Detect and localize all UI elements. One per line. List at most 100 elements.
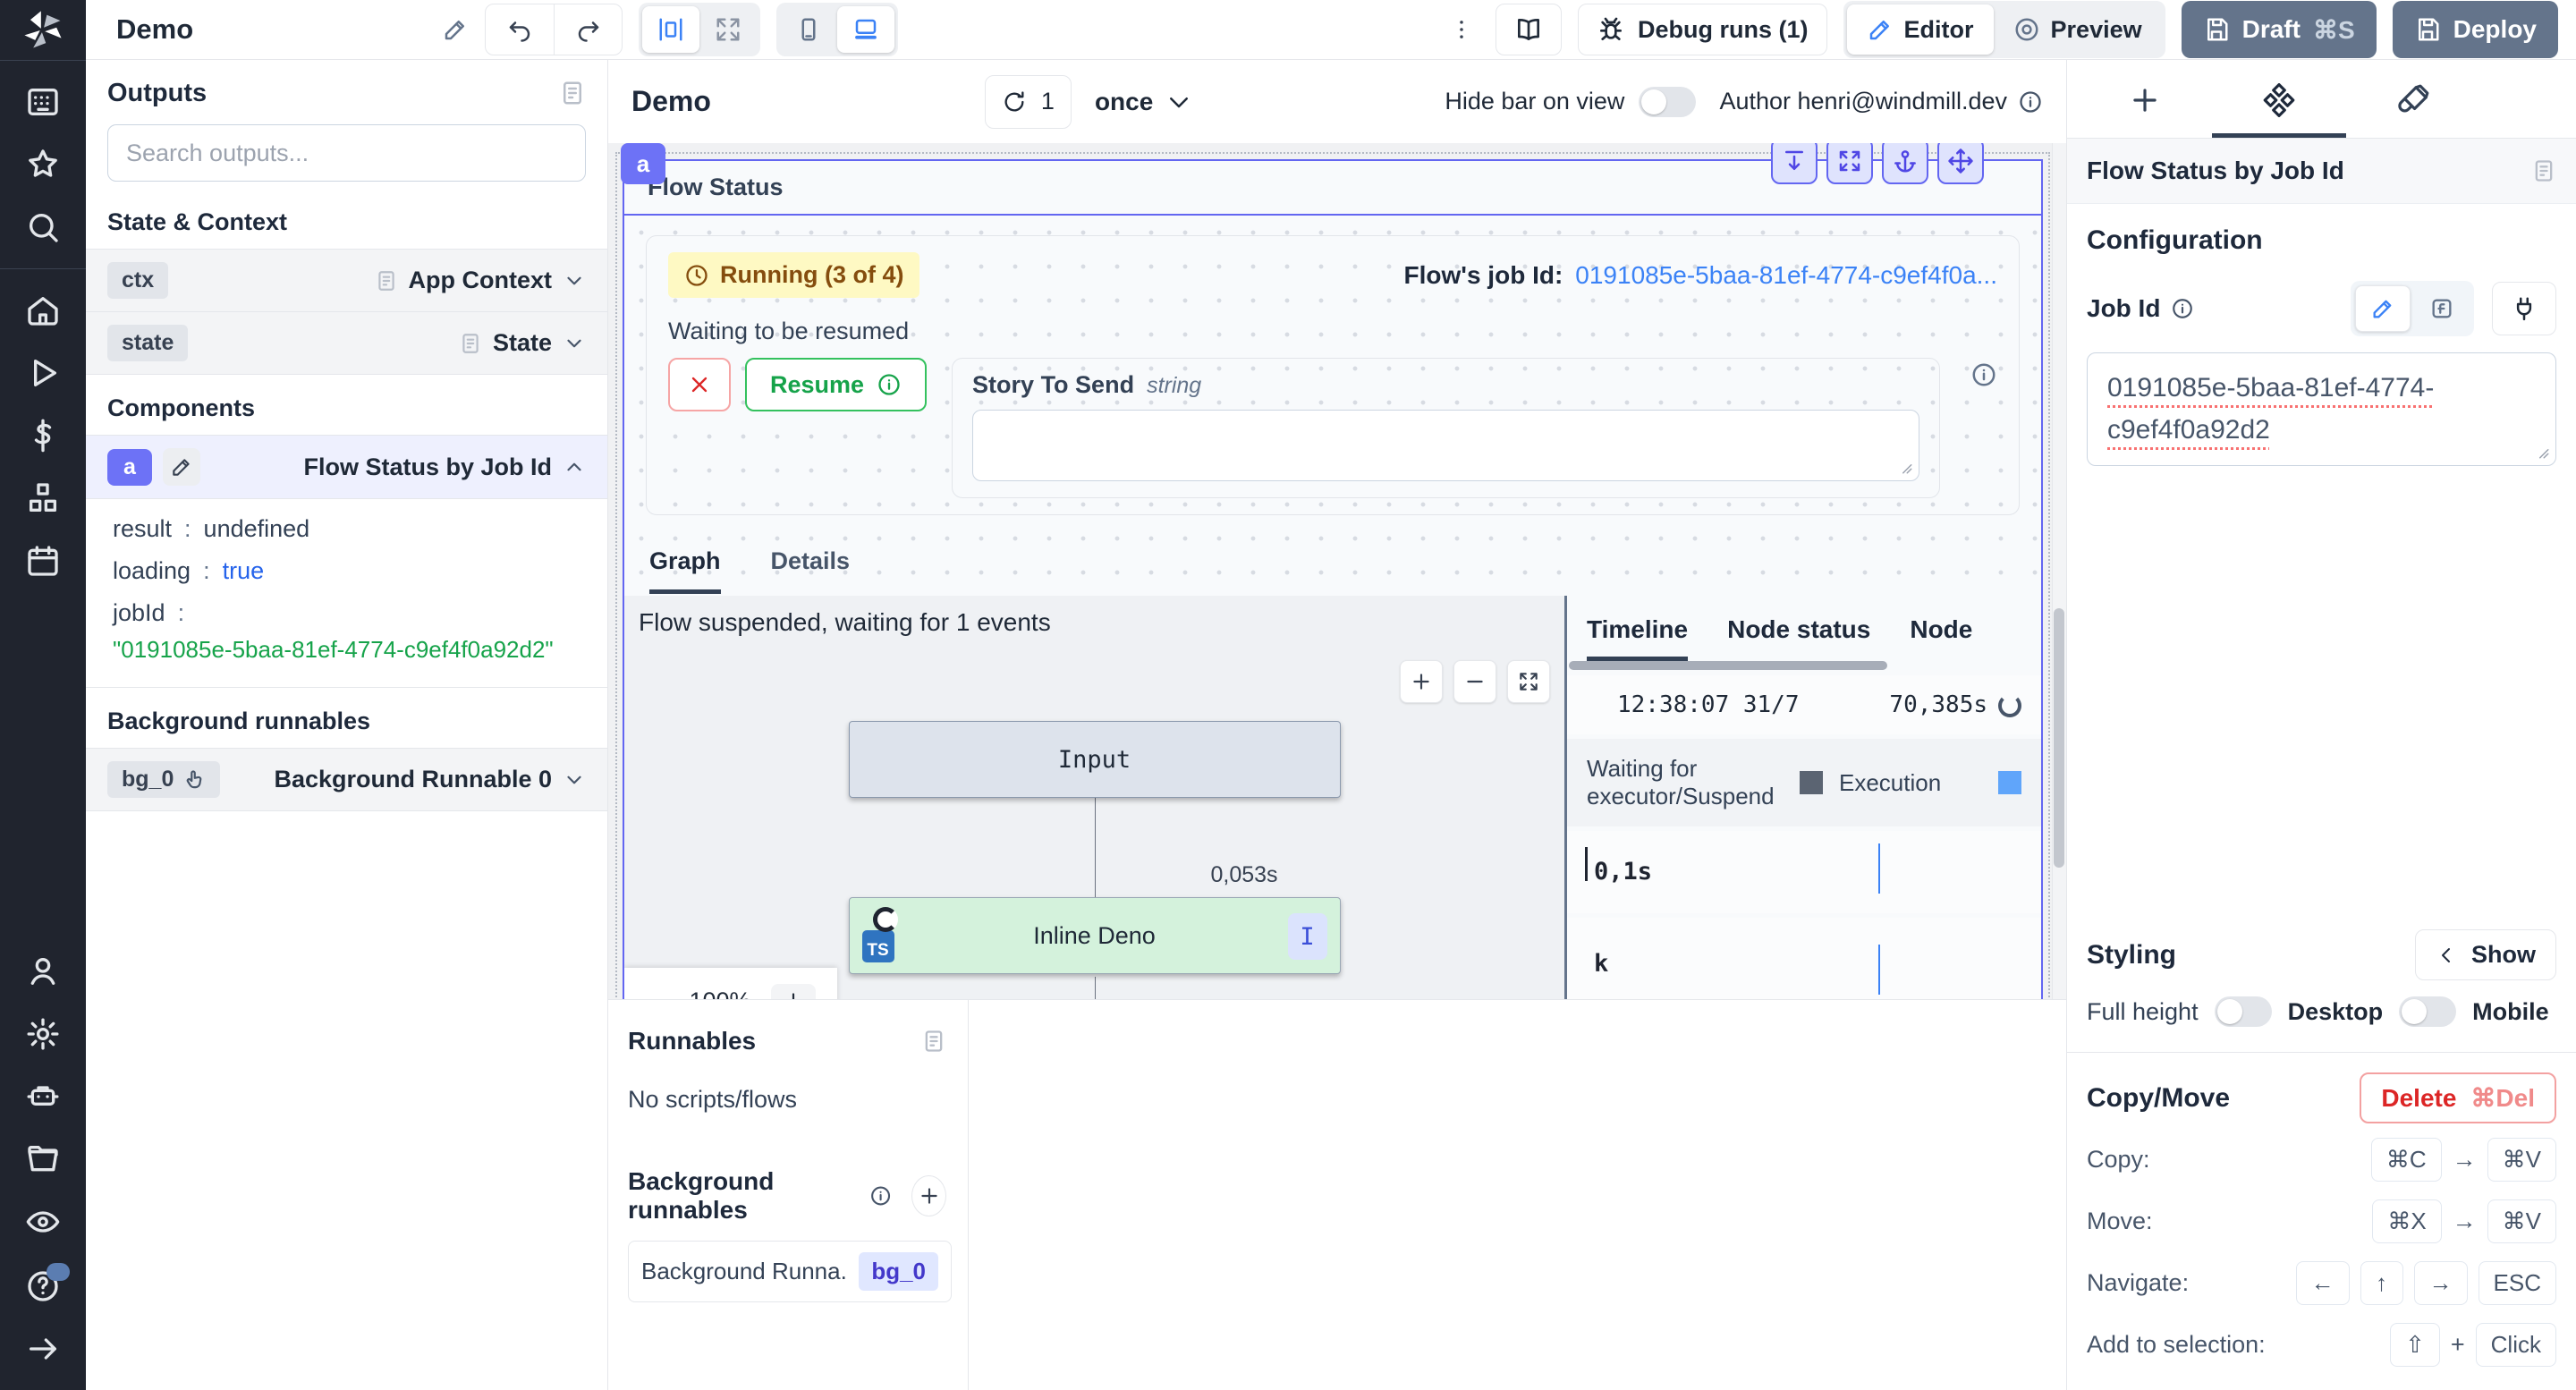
expand-down-button[interactable]	[1771, 143, 1818, 184]
undo-button[interactable]	[486, 4, 554, 55]
add-bg-runnable-button[interactable]	[911, 1175, 946, 1216]
zoom-out-control[interactable]	[646, 989, 669, 999]
jobid-textarea[interactable]: 0191085e-5baa-81ef-4774- c9ef4f0a92d2	[2087, 352, 2556, 466]
tab-graph[interactable]: Graph	[649, 547, 721, 594]
zoom-in-control[interactable]	[771, 984, 816, 999]
resume-button[interactable]: Resume	[745, 358, 927, 411]
refresh-group[interactable]: 1	[985, 75, 1072, 129]
tab-component-settings[interactable]	[2212, 83, 2346, 138]
bg0-row[interactable]: bg_0 Background Runnable 0	[86, 748, 607, 811]
user-icon[interactable]	[25, 954, 61, 989]
draft-button[interactable]: Draft ⌘S	[2182, 1, 2377, 58]
resources-icon[interactable]	[25, 480, 61, 516]
editor-tab[interactable]: Editor	[1847, 4, 1994, 55]
hide-bar-toggle[interactable]	[1639, 87, 1696, 117]
flow-graph[interactable]: Flow suspended, waiting for 1 events Inp…	[624, 596, 1564, 999]
outputs-doc-icon[interactable]	[559, 78, 586, 108]
redo-button[interactable]	[554, 4, 622, 55]
kv-loading[interactable]: loading : true	[113, 550, 586, 592]
show-styling-button[interactable]: Show	[2415, 929, 2556, 980]
zoom-in-button[interactable]	[1400, 660, 1443, 703]
component-a-row[interactable]: a Flow Status by Job Id	[86, 435, 607, 499]
folders-icon[interactable]	[25, 1141, 61, 1177]
kv-jobid[interactable]: jobId :	[113, 592, 586, 634]
info-icon[interactable]	[2018, 89, 2043, 114]
windmill-logo[interactable]	[0, 0, 86, 60]
tab-details[interactable]: Details	[771, 547, 851, 594]
desktop-view-button[interactable]	[837, 6, 894, 53]
workers-icon[interactable]	[25, 1079, 61, 1115]
runs-icon[interactable]	[25, 355, 61, 391]
help-icon[interactable]	[25, 1268, 61, 1304]
audit-icon[interactable]	[25, 1204, 61, 1240]
star-icon[interactable]	[25, 147, 61, 182]
configuration-title: Configuration	[2087, 225, 2556, 256]
resize-handle-icon[interactable]	[1897, 459, 1913, 475]
flow-status-component[interactable]: a Flow Status	[623, 159, 2043, 999]
component-id-tag[interactable]: a	[621, 143, 665, 184]
tab-node-definition[interactable]: Node	[1910, 615, 1972, 661]
docs-button[interactable]	[1496, 4, 1562, 55]
component-doc-icon[interactable]	[2531, 157, 2556, 185]
more-menu-icon[interactable]	[1444, 17, 1479, 42]
timeline-row-partial: k	[1567, 918, 2041, 999]
tab-global-styling[interactable]	[2346, 83, 2480, 138]
home-icon[interactable]	[25, 292, 61, 328]
jobid-string-value[interactable]: "0191085e-5baa-81ef-4774-c9ef4f0a92d2"	[113, 634, 586, 671]
zoom-out-button[interactable]	[1453, 660, 1496, 703]
canvas-vscrollbar[interactable]	[2052, 143, 2066, 999]
deploy-button[interactable]: Deploy	[2393, 1, 2558, 58]
preview-tab[interactable]: Preview	[1994, 4, 2162, 55]
timeline-hscrollbar[interactable]	[1569, 661, 2038, 670]
full-width-layout-button[interactable]	[699, 6, 757, 53]
ctx-row[interactable]: ctx App Context	[86, 249, 607, 312]
state-doc-icon[interactable]	[459, 330, 482, 357]
runnables-doc-icon[interactable]	[921, 1027, 946, 1055]
fit-view-button[interactable]	[1507, 660, 1550, 703]
mobile-view-button[interactable]	[780, 6, 837, 53]
tab-insert-component[interactable]	[2078, 83, 2212, 138]
info-icon[interactable]	[1970, 361, 1997, 388]
variables-icon[interactable]	[25, 418, 61, 453]
apps-icon[interactable]	[25, 84, 61, 120]
app-canvas[interactable]: a Flow Status	[608, 143, 2066, 999]
tab-node-status[interactable]: Node status	[1727, 615, 1870, 661]
static-input-button[interactable]	[2355, 285, 2411, 332]
chevron-down-icon[interactable]	[563, 332, 586, 355]
story-textarea[interactable]	[972, 410, 1919, 481]
search-icon[interactable]	[25, 209, 61, 245]
search-outputs-input[interactable]	[107, 124, 586, 182]
tab-timeline[interactable]: Timeline	[1587, 615, 1688, 661]
anchor-button[interactable]	[1882, 143, 1928, 184]
collapse-rail-icon[interactable]	[25, 1331, 61, 1367]
kv-result[interactable]: result : undefined	[113, 508, 586, 550]
chevron-down-icon[interactable]	[563, 768, 586, 792]
eval-input-button[interactable]	[2414, 285, 2470, 332]
resize-handle-icon[interactable]	[2534, 444, 2550, 460]
fullscreen-button[interactable]	[1826, 143, 1873, 184]
delete-component-button[interactable]: Delete ⌘Del	[2360, 1072, 2556, 1123]
node-input[interactable]: Input	[849, 721, 1341, 798]
device-style-toggle[interactable]	[2399, 996, 2456, 1027]
edit-id-icon[interactable]	[163, 448, 200, 486]
rename-app-icon[interactable]	[442, 16, 469, 43]
brush-icon	[2396, 83, 2430, 117]
bg-runnable-card[interactable]: Background Runna... bg_0	[628, 1241, 952, 1302]
centered-layout-button[interactable]	[642, 6, 699, 53]
ctx-doc-icon[interactable]	[375, 267, 398, 294]
full-height-toggle[interactable]	[2215, 996, 2272, 1027]
info-icon[interactable]	[869, 1182, 892, 1209]
chevron-up-icon[interactable]	[563, 455, 586, 479]
debug-runs-button[interactable]: Debug runs (1)	[1578, 4, 1827, 55]
chevron-down-icon[interactable]	[563, 269, 586, 292]
schedule-dropdown[interactable]: once	[1095, 88, 1192, 116]
node-inline-deno[interactable]: TS Inline Deno I	[849, 897, 1341, 974]
settings-icon[interactable]	[25, 1016, 61, 1052]
flow-jobid-link[interactable]: 0191085e-5baa-81ef-4774-c9ef4f0a...	[1575, 261, 1997, 290]
state-row[interactable]: state State	[86, 312, 607, 375]
info-icon[interactable]	[2171, 297, 2194, 320]
connect-input-button[interactable]	[2492, 282, 2556, 335]
cancel-suspend-button[interactable]	[668, 358, 731, 411]
schedules-icon[interactable]	[25, 543, 61, 579]
move-button[interactable]	[1937, 143, 1984, 184]
